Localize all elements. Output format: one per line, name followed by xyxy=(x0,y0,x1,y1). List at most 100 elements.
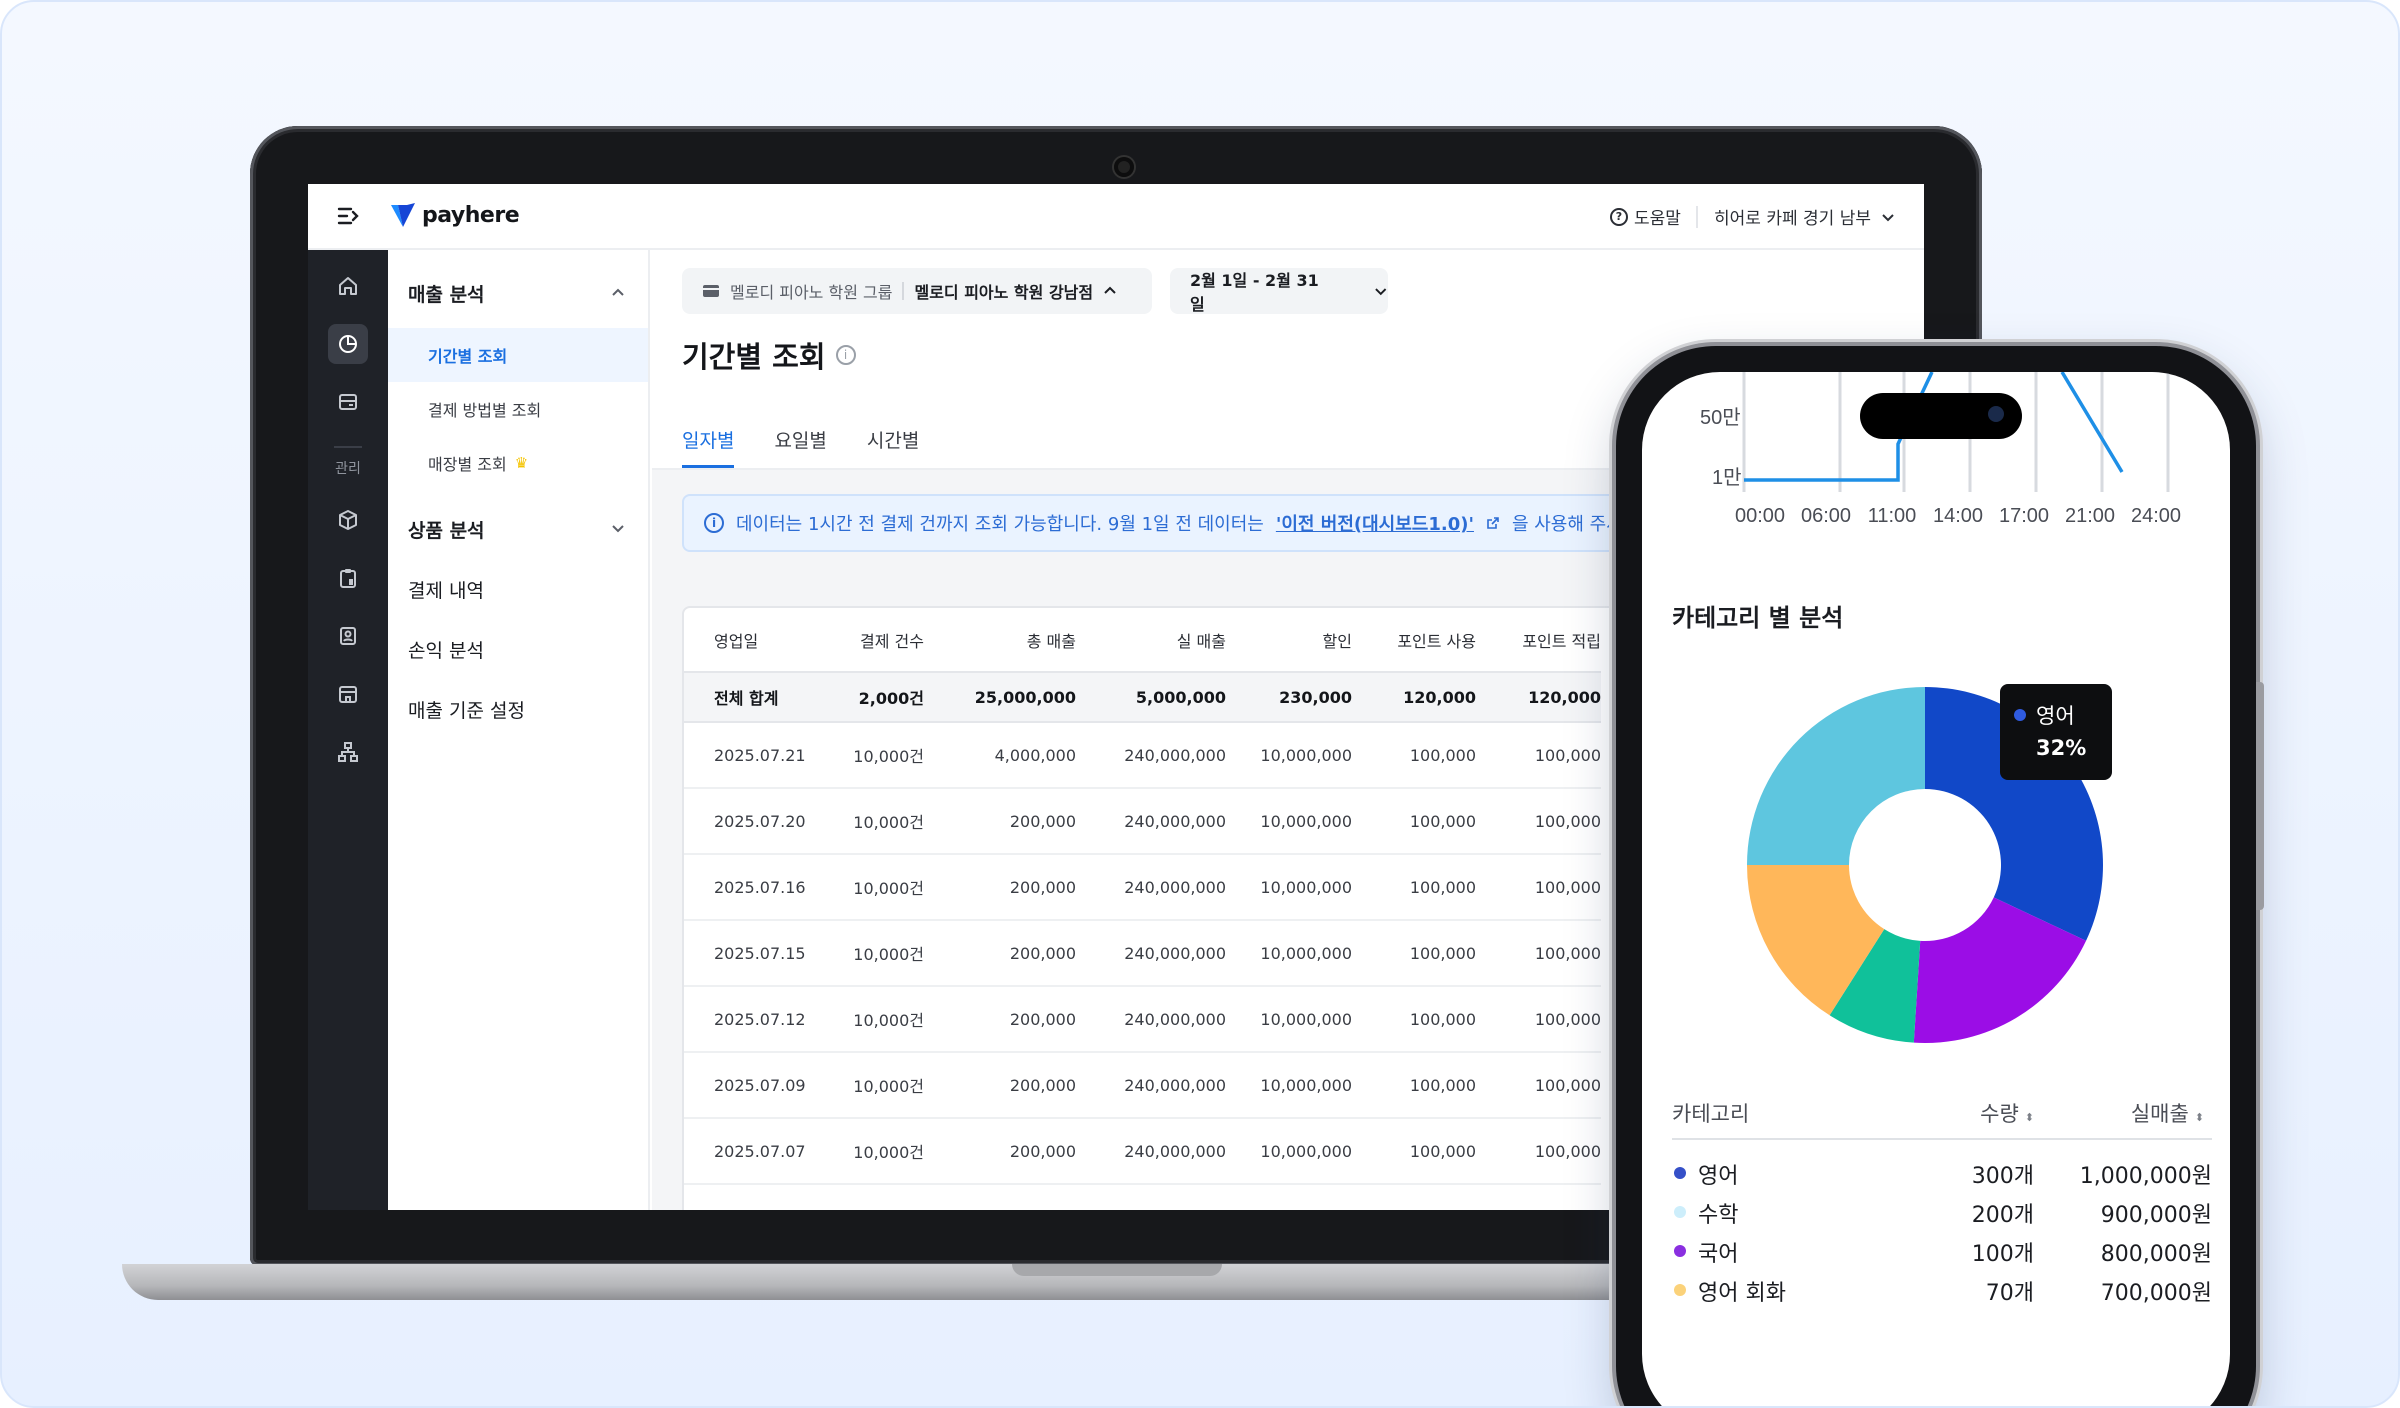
col-points-earned[interactable]: 포인트 적립 xyxy=(1476,608,1601,672)
table-cell: 200,000 xyxy=(924,854,1076,921)
rail-products[interactable] xyxy=(328,500,368,540)
info-icon[interactable]: i xyxy=(835,345,856,365)
table-cell: 10,000,000 xyxy=(1226,788,1352,855)
legend-header-amount-label: 실매출 xyxy=(2130,1102,2189,1126)
table-cell: 100,000 xyxy=(1476,854,1601,921)
total-cell: 전체 합계 xyxy=(684,671,844,723)
table-cell: 240,000,000 xyxy=(1076,1118,1226,1185)
total-cell: 230,000 xyxy=(1226,671,1352,723)
nav-item-by-store[interactable]: 매장별 조회 ♛ xyxy=(388,436,648,490)
total-cell: 120,000 xyxy=(1352,671,1476,723)
legend-row[interactable]: 영어 300개 1,000,000원 xyxy=(1672,1154,2212,1194)
legend-row[interactable]: 국어 100개 800,000원 xyxy=(1672,1232,2212,1272)
col-count[interactable]: 결제 건수 xyxy=(844,608,924,672)
rail-inventory[interactable] xyxy=(328,558,368,598)
table-cell: 10,000건 xyxy=(844,788,924,855)
legend-header-category[interactable]: 카테고리 xyxy=(1672,1098,1749,1128)
table-cell: 200,000 xyxy=(924,1118,1076,1185)
store-selector[interactable]: 히어로 카페 경기 남부 xyxy=(1714,204,1895,229)
legend-name: 영어 회화 xyxy=(1698,1281,1786,1306)
rail-store[interactable] xyxy=(328,674,368,714)
org-chart-icon xyxy=(338,742,358,762)
help-icon: ? xyxy=(1610,207,1628,226)
chevron-up-icon[interactable] xyxy=(610,284,626,300)
col-discount[interactable]: 할인 xyxy=(1226,608,1352,672)
nav-group-products[interactable]: 상품 분석 xyxy=(408,516,485,543)
category-title: 카테고리 별 분석 xyxy=(1672,604,1844,632)
tab-bar: 일자별 요일별 시간별 xyxy=(682,426,919,468)
table-cell: 200,000 xyxy=(924,986,1076,1053)
legend-row[interactable]: 수학 200개 900,000원 xyxy=(1672,1193,2212,1233)
table-cell: 240,000,000 xyxy=(1076,854,1226,921)
rail-organization[interactable] xyxy=(328,732,368,772)
branch-selector[interactable]: 멜로디 피아노 학원 그룹 멜로디 피아노 학원 강남점 xyxy=(682,268,1152,314)
legend-header-amount[interactable]: 실매출 ⬍ xyxy=(2131,1098,2204,1128)
table-row[interactable]: 2025.07.16 10,000건 200,000 240,000,000 10,00… xyxy=(684,854,1601,921)
top-bar: payhere ? 도움말 히어로 카페 경기 남부 xyxy=(308,184,1924,250)
legend-header: 카테고리 수량 ⬍ 실매출 ⬍ xyxy=(1672,1098,2212,1140)
table-row[interactable]: 2025.07.15 10,000건 200,000 240,000,000 10,00… xyxy=(684,920,1601,987)
menu-toggle-icon[interactable] xyxy=(336,204,360,228)
col-net[interactable]: 실 매출 xyxy=(1076,608,1226,672)
col-points-used[interactable]: 포인트 사용 xyxy=(1352,608,1476,672)
series-line xyxy=(2060,372,2124,473)
table-cell: 100,000 xyxy=(1476,1118,1601,1185)
y-tick-label: 1만 xyxy=(1712,466,1742,489)
table-row[interactable]: 2025.07.21 10,000건 4,000,000 240,000,000 10,… xyxy=(684,722,1601,789)
legend-row[interactable]: 영어 회화 70개 700,000원 xyxy=(1672,1271,2212,1311)
help-button[interactable]: ? 도움말 xyxy=(1610,204,1681,229)
external-link-icon[interactable] xyxy=(1486,516,1500,530)
nav-item-payment-history[interactable]: 결제 내역 xyxy=(408,576,484,603)
table-cell: 10,000건 xyxy=(844,1052,924,1119)
total-cell: 2,000건 xyxy=(844,671,924,723)
table-row[interactable]: 2025.07.20 10,000건 200,000 240,000,000 10,00… xyxy=(684,788,1601,855)
payhere-logo-icon xyxy=(391,203,415,227)
table-row[interactable]: 2025.07.09 10,000건 200,000 240,000,000 10,00… xyxy=(684,1052,1601,1119)
store-label: 히어로 카페 경기 남부 xyxy=(1714,209,1871,229)
nav-item-sales-settings[interactable]: 매출 기준 설정 xyxy=(408,696,525,723)
col-gross[interactable]: 총 매출 xyxy=(924,608,1076,672)
tab-daily[interactable]: 일자별 xyxy=(682,426,735,468)
table-cell: 200,000 xyxy=(924,1052,1076,1119)
table-cell: 240,000,000 xyxy=(1076,986,1226,1053)
table-cell: 10,000건 xyxy=(844,986,924,1053)
tab-weekday[interactable]: 요일별 xyxy=(774,426,826,468)
rail-home[interactable] xyxy=(328,266,368,306)
legacy-dashboard-link[interactable]: '이전 버전(대시보드1.0)' xyxy=(1276,510,1474,536)
table-row[interactable]: 2025.07.12 10,000건 200,000 240,000,000 10,00… xyxy=(684,986,1601,1053)
table-cell: 10,000,000 xyxy=(1226,854,1352,921)
table-row[interactable]: 2025.07.07 10,000건 200,000 240,000,000 10,00… xyxy=(684,1118,1601,1185)
chevron-up-icon xyxy=(1104,286,1116,294)
total-cell: 5,000,000 xyxy=(1076,671,1226,723)
chart-tooltip: 영어 32% xyxy=(2000,684,2112,780)
logo[interactable]: payhere xyxy=(390,201,520,229)
nav-group-sales[interactable]: 매출 분석 xyxy=(408,280,485,307)
rail-analytics[interactable] xyxy=(328,324,368,364)
wallet-icon xyxy=(339,394,357,410)
phone-side-button xyxy=(2256,682,2264,910)
col-date[interactable]: 영업일 xyxy=(684,608,844,672)
laptop-camera xyxy=(1114,157,1134,177)
chevron-down-icon[interactable] xyxy=(610,520,626,536)
laptop-notch xyxy=(1012,1264,1222,1276)
nav-item-profit[interactable]: 손익 분석 xyxy=(408,636,484,663)
nav-item-period[interactable]: 기간별 조회 xyxy=(388,328,648,382)
pie-chart-icon xyxy=(339,335,357,353)
pie-slice[interactable] xyxy=(1747,687,1925,865)
total-row: 전체 합계 2,000건 25,000,000 5,000,000 230,00… xyxy=(684,671,1601,723)
tooltip-dot xyxy=(2014,709,2026,721)
info-icon: i xyxy=(704,513,724,533)
table-cell: 10,000,000 xyxy=(1226,1118,1352,1185)
tab-hourly[interactable]: 시간별 xyxy=(867,426,919,468)
rail-payments[interactable] xyxy=(328,382,368,422)
nav-item-payment-method[interactable]: 결제 방법별 조회 xyxy=(388,382,648,436)
store-icon xyxy=(339,686,357,703)
rail-divider xyxy=(334,446,362,448)
chevron-down-icon xyxy=(1882,213,1894,221)
clipboard-icon xyxy=(340,569,356,588)
table-cell: 100,000 xyxy=(1476,722,1601,789)
tooltip-percent: 32% xyxy=(2036,736,2087,760)
legend-header-qty[interactable]: 수량 ⬍ xyxy=(1980,1098,2034,1128)
date-range-selector[interactable]: 2월 1일 - 2월 31일 xyxy=(1170,268,1388,314)
rail-customers[interactable] xyxy=(328,616,368,656)
